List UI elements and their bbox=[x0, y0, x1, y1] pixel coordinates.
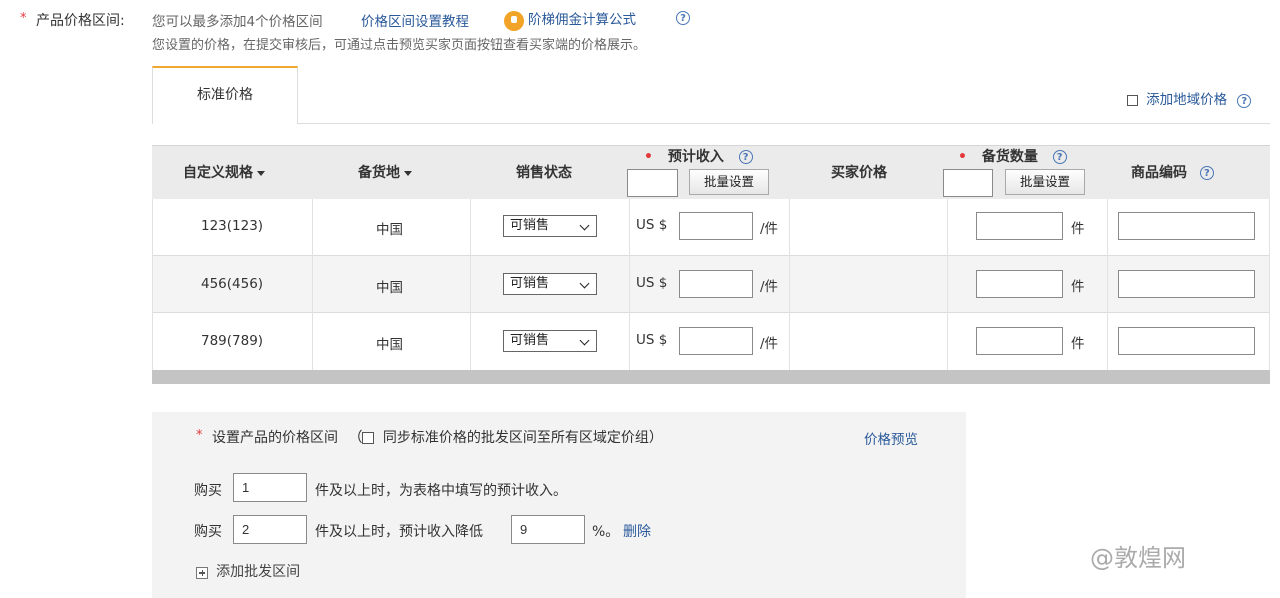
required-mark: * bbox=[20, 11, 27, 26]
row-divider bbox=[152, 312, 1270, 313]
col-divider bbox=[152, 199, 153, 370]
tab-bar-line bbox=[152, 123, 1270, 124]
row-spec: 123(123) bbox=[201, 218, 264, 234]
stock-batch-input[interactable] bbox=[943, 169, 993, 197]
unit-label: 件 bbox=[1071, 221, 1085, 237]
row-warehouse: 中国 bbox=[376, 280, 403, 296]
col-income: • 预计收入 ? bbox=[644, 146, 753, 166]
col-status: 销售状态 bbox=[516, 165, 572, 181]
status-select[interactable]: 可销售 bbox=[503, 273, 597, 295]
status-select[interactable]: 可销售 bbox=[503, 215, 597, 237]
chevron-down-icon bbox=[579, 278, 590, 289]
col-divider bbox=[947, 199, 948, 370]
row-divider bbox=[152, 255, 1270, 256]
row-warehouse: 中国 bbox=[376, 222, 403, 238]
tier1-text: 件及以上时，为表格中填写的预计收入。 bbox=[315, 483, 567, 499]
min-qty-input[interactable] bbox=[233, 473, 307, 502]
income-input[interactable] bbox=[679, 327, 753, 355]
buy-label: 购买 bbox=[194, 483, 222, 499]
percent-label: %。 bbox=[592, 524, 620, 540]
sku-input[interactable] bbox=[1118, 270, 1255, 298]
chevron-down-icon bbox=[579, 335, 590, 346]
help-icon[interactable]: ? bbox=[1237, 93, 1252, 108]
col-divider bbox=[470, 199, 471, 370]
delete-tier-link[interactable]: 删除 bbox=[623, 521, 651, 541]
help-icon[interactable]: ? bbox=[1199, 166, 1214, 180]
sync-checkbox[interactable] bbox=[362, 432, 375, 444]
status-select[interactable]: 可销售 bbox=[503, 330, 597, 352]
col-warehouse[interactable]: 备货地 bbox=[358, 162, 412, 182]
per-unit-label: /件 bbox=[760, 221, 779, 237]
tab-standard-price[interactable]: 标准价格 bbox=[152, 66, 298, 124]
col-spec[interactable]: 自定义规格 bbox=[183, 162, 265, 182]
discount-input[interactable] bbox=[511, 515, 585, 544]
col-stock: • 备货数量 ? bbox=[958, 146, 1067, 166]
required-mark: * bbox=[196, 428, 203, 443]
income-input[interactable] bbox=[679, 212, 753, 240]
col-divider bbox=[1269, 199, 1270, 370]
price-range-label: 产品价格区间: bbox=[36, 13, 125, 29]
col-sku: 商品编码 ? bbox=[1131, 162, 1214, 182]
income-batch-set-button[interactable]: 批量设置 bbox=[689, 169, 769, 195]
chevron-down-icon bbox=[579, 220, 590, 231]
add-tier-button[interactable]: 添加批发区间 bbox=[196, 561, 300, 581]
sort-caret-icon bbox=[257, 170, 265, 176]
currency-label: US $ bbox=[636, 332, 668, 348]
income-input[interactable] bbox=[679, 270, 753, 298]
plus-icon bbox=[196, 566, 208, 579]
commission-formula-link[interactable]: 阶梯佣金计算公式 bbox=[504, 8, 636, 31]
row-spec: 456(456) bbox=[201, 276, 264, 292]
review-note: 您设置的价格，在提交审核后，可通过点击预览买家页面按钮查看买家端的价格展示。 bbox=[152, 38, 647, 53]
col-divider bbox=[1107, 199, 1108, 370]
tutorial-link[interactable]: 价格区间设置教程 bbox=[361, 10, 469, 30]
add-region-price-button[interactable]: 添加地域价格 ? bbox=[1127, 88, 1252, 108]
stock-input[interactable] bbox=[976, 212, 1063, 240]
unit-label: 件 bbox=[1071, 279, 1085, 295]
buy-label: 购买 bbox=[194, 524, 222, 540]
row-warehouse: 中国 bbox=[376, 337, 403, 353]
sync-label: 同步标准价格的批发区间至所有区域定价组） bbox=[382, 430, 663, 446]
col-buyer-price: 买家价格 bbox=[831, 165, 887, 181]
unit-label: 件 bbox=[1071, 336, 1085, 352]
col-divider bbox=[312, 199, 313, 370]
add-tier-label: 添加批发区间 bbox=[216, 564, 301, 580]
tier2-text: 件及以上时，预计收入降低 bbox=[315, 524, 483, 540]
sort-caret-icon bbox=[404, 170, 412, 176]
per-unit-label: /件 bbox=[760, 279, 779, 295]
add-region-checkbox-icon bbox=[1127, 95, 1138, 106]
commission-link-text: 阶梯佣金计算公式 bbox=[528, 12, 636, 28]
price-preview-link[interactable]: 价格预览 bbox=[864, 428, 918, 448]
sku-input[interactable] bbox=[1118, 327, 1255, 355]
price-range-title: 设置产品的价格区间 （ 同步标准价格的批发区间至所有区域定价组） bbox=[212, 430, 663, 446]
watermark: @敦煌网 bbox=[1090, 544, 1186, 572]
currency-label: US $ bbox=[636, 217, 668, 233]
range-limit-hint: 您可以最多添加4个价格区间 bbox=[152, 14, 323, 30]
col-divider bbox=[789, 199, 790, 370]
tier2-qty-input[interactable] bbox=[233, 515, 307, 544]
horizontal-scrollbar[interactable] bbox=[152, 370, 1270, 384]
per-unit-label: /件 bbox=[760, 336, 779, 352]
help-icon[interactable]: ? bbox=[1052, 150, 1067, 164]
stock-input[interactable] bbox=[976, 327, 1063, 355]
currency-label: US $ bbox=[636, 275, 668, 291]
income-batch-input[interactable] bbox=[627, 169, 678, 197]
sku-input[interactable] bbox=[1118, 212, 1255, 240]
row-spec: 789(789) bbox=[201, 333, 264, 349]
help-icon[interactable]: ? bbox=[738, 150, 753, 164]
add-region-label: 添加地域价格 bbox=[1146, 92, 1228, 108]
stock-batch-set-button[interactable]: 批量设置 bbox=[1005, 169, 1085, 195]
stock-input[interactable] bbox=[976, 270, 1063, 298]
help-icon[interactable]: ? bbox=[676, 10, 690, 25]
commission-badge-icon bbox=[504, 10, 524, 31]
col-divider bbox=[629, 199, 630, 370]
